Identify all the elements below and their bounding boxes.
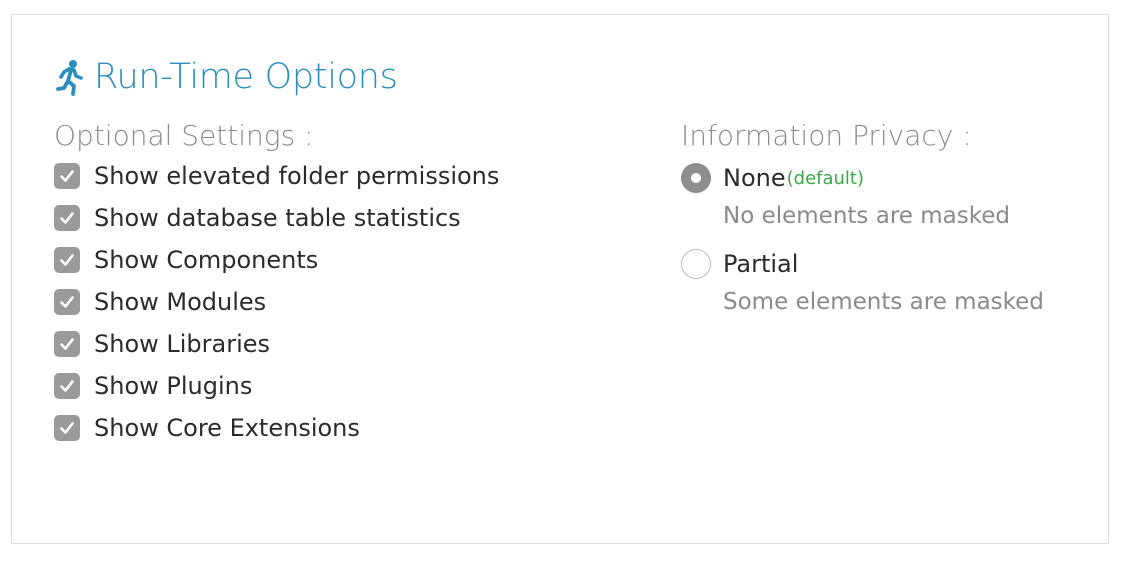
checkbox[interactable] [54,331,80,357]
checkbox[interactable] [54,289,80,315]
checkmark-icon [60,212,74,224]
checkmark-icon [60,254,74,266]
checkbox[interactable] [54,247,80,273]
radio-button[interactable] [681,163,711,193]
optional-setting-row[interactable]: Show elevated folder permissions [54,155,499,197]
information-privacy-label: Information Privacy : [681,119,972,152]
privacy-option-label: None [723,164,786,192]
optional-setting-row[interactable]: Show Libraries [54,323,499,365]
optional-setting-row[interactable]: Show database table statistics [54,197,499,239]
optional-setting-label: Show elevated folder permissions [94,162,500,190]
optional-setting-row[interactable]: Show Modules [54,281,499,323]
checkmark-icon [60,422,74,434]
radio-button[interactable] [681,249,711,279]
checkbox[interactable] [54,373,80,399]
checkmark-icon [60,380,74,392]
checkmark-icon [60,170,74,182]
privacy-option-none[interactable]: None (default) [681,157,1044,199]
run-time-options-panel: Run-Time Options Optional Settings : Sho… [11,14,1109,544]
title-row: Run-Time Options [54,57,398,97]
optional-setting-label: Show database table statistics [94,204,461,232]
optional-setting-row[interactable]: Show Components [54,239,499,281]
checkbox[interactable] [54,163,80,189]
optional-setting-label: Show Modules [94,288,267,316]
running-person-icon [56,60,83,96]
checkmark-icon [60,338,74,350]
optional-setting-label: Show Components [94,246,319,274]
optional-settings-section: Optional Settings : Show elevated folder… [54,117,499,449]
privacy-option-description: Some elements are masked [723,289,1044,315]
privacy-option-partial[interactable]: Partial [681,243,1044,285]
page-title: Run-Time Options [94,57,398,97]
information-privacy-section: Information Privacy : None (default) No el… [681,117,1044,327]
optional-settings-list: Show elevated folder permissions Show dat… [54,155,499,449]
optional-setting-row[interactable]: Show Plugins [54,365,499,407]
optional-setting-row[interactable]: Show Core Extensions [54,407,499,449]
privacy-options-list: None (default) No elements are masked Parti… [681,157,1044,327]
optional-setting-label: Show Core Extensions [94,414,360,442]
optional-setting-label: Show Libraries [94,330,271,358]
privacy-option-description: No elements are masked [723,203,1010,229]
checkbox[interactable] [54,205,80,231]
default-tag: (default) [786,167,865,189]
checkbox[interactable] [54,415,80,441]
checkmark-icon [60,296,74,308]
optional-settings-label: Optional Settings : [54,119,314,152]
privacy-option-label: Partial [723,250,799,278]
optional-setting-label: Show Plugins [94,372,253,400]
